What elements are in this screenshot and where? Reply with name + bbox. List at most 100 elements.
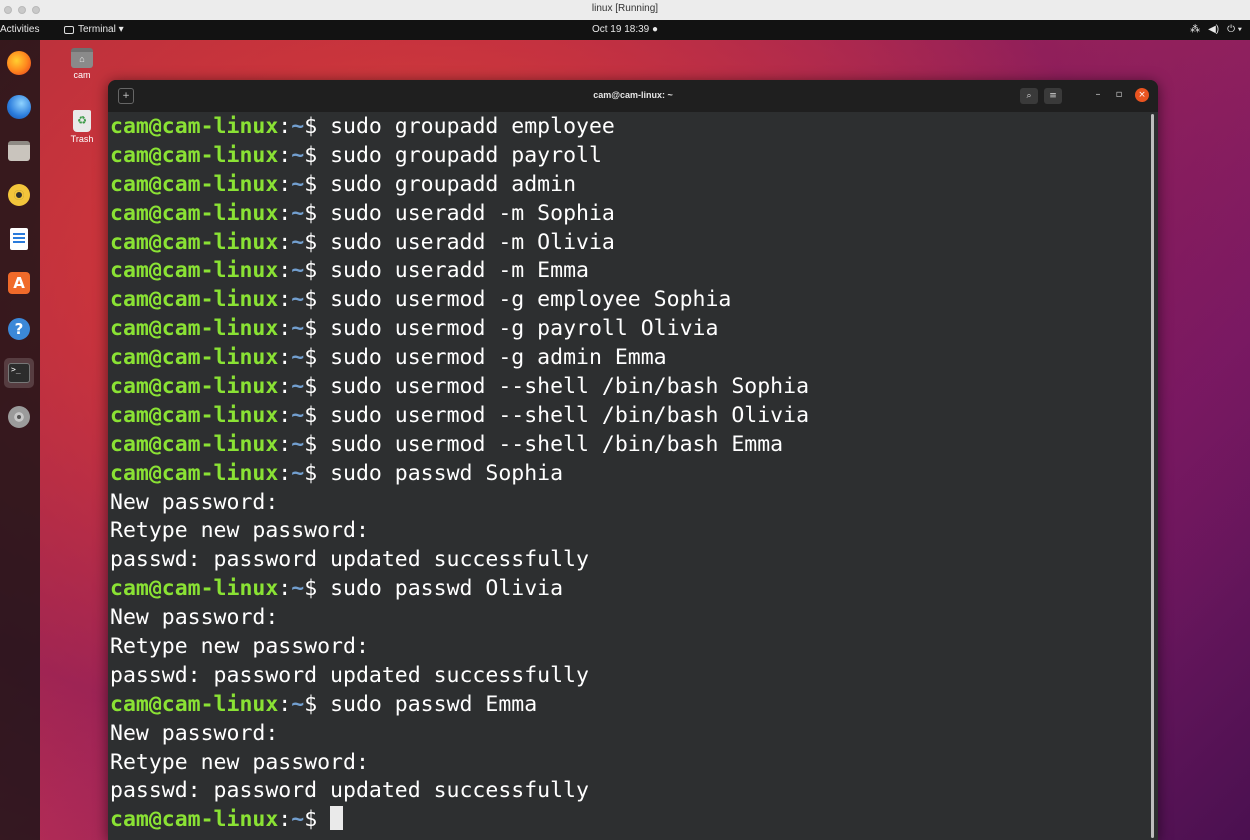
maximize-button[interactable]: ▫ — [1113, 89, 1125, 100]
prompt-dollar: $ — [304, 691, 331, 717]
prompt-separator: : — [278, 691, 292, 717]
command-line: cam@cam-linux:~$ sudo usermod -g admin E… — [110, 344, 1150, 373]
prompt-user-host: cam@cam-linux — [110, 374, 279, 400]
active-prompt-line: cam@cam-linux:~$ — [110, 806, 1150, 835]
command-line: cam@cam-linux:~$ sudo useradd -m Emma — [110, 257, 1150, 286]
prompt-separator: : — [278, 287, 292, 313]
output-text: passwd: password updated successfully — [110, 662, 589, 688]
command-text: sudo passwd Sophia — [330, 460, 564, 486]
prompt-user-host: cam@cam-linux — [110, 171, 279, 197]
rhythmbox-icon — [8, 184, 30, 206]
dock-files[interactable] — [4, 136, 34, 166]
command-line: cam@cam-linux:~$ sudo useradd -m Sophia — [110, 200, 1150, 229]
prompt-dollar: $ — [304, 460, 331, 486]
prompt-dollar: $ — [304, 316, 331, 342]
terminal-title: cam@cam-linux: ~ — [593, 90, 673, 100]
output-text: Retype new password: — [110, 749, 369, 775]
command-text: sudo usermod --shell /bin/bash Olivia — [330, 402, 810, 428]
prompt-separator: : — [278, 460, 292, 486]
prompt-user-host: cam@cam-linux — [110, 807, 279, 833]
terminal-window[interactable]: + cam@cam-linux: ~ ⌕ ≡ – ▫ × cam@cam-lin… — [108, 80, 1158, 840]
dock-settings[interactable] — [4, 402, 34, 432]
command-text: sudo passwd Emma — [330, 691, 538, 717]
search-icon[interactable]: ⌕ — [1020, 88, 1038, 104]
prompt-path: ~ — [291, 142, 305, 168]
output-text: New password: — [110, 605, 279, 631]
terminal-scrollbar[interactable] — [1151, 114, 1154, 838]
prompt-path: ~ — [291, 316, 305, 342]
clock[interactable]: Oct 19 18:39 ● — [592, 24, 658, 35]
prompt-path: ~ — [291, 402, 305, 428]
network-icon[interactable]: ⁂ — [1190, 24, 1200, 35]
vm-window-titlebar[interactable]: linux [Running] — [0, 0, 1250, 21]
volume-icon[interactable]: ◀) — [1208, 24, 1219, 35]
dock-firefox[interactable] — [4, 48, 34, 78]
dock-thunderbird[interactable] — [4, 92, 34, 122]
command-text: sudo usermod -g employee Sophia — [330, 287, 732, 313]
output-text: passwd: password updated successfully — [110, 778, 589, 804]
prompt-user-host: cam@cam-linux — [110, 431, 279, 457]
command-line: cam@cam-linux:~$ sudo usermod -g employe… — [110, 286, 1150, 315]
prompt-dollar: $ — [304, 287, 331, 313]
command-line: cam@cam-linux:~$ sudo usermod --shell /b… — [110, 431, 1150, 460]
system-tray[interactable]: ⁂ ◀) ⏻ ▾ — [1190, 24, 1242, 35]
command-line: cam@cam-linux:~$ sudo useradd -m Olivia — [110, 229, 1150, 258]
prompt-user-host: cam@cam-linux — [110, 460, 279, 486]
hamburger-menu-icon[interactable]: ≡ — [1044, 88, 1062, 104]
software-icon: A — [8, 272, 30, 294]
output-line: New password: — [110, 720, 1150, 749]
prompt-path: ~ — [291, 114, 305, 139]
dock-writer[interactable] — [4, 224, 34, 254]
command-text: sudo groupadd admin — [330, 171, 577, 197]
terminal-header-bar[interactable]: + cam@cam-linux: ~ ⌕ ≡ – ▫ × — [108, 80, 1158, 112]
dock-software[interactable]: A — [4, 268, 34, 298]
prompt-user-host: cam@cam-linux — [110, 142, 279, 168]
dock-terminal[interactable]: >_ — [4, 358, 34, 388]
prompt-dollar: $ — [304, 576, 331, 602]
prompt-user-host: cam@cam-linux — [110, 402, 279, 428]
command-line: cam@cam-linux:~$ sudo groupadd admin — [110, 171, 1150, 200]
prompt-separator: : — [278, 229, 292, 255]
thunderbird-icon — [7, 95, 31, 119]
desktop-home-label: cam — [73, 70, 91, 80]
writer-icon — [10, 228, 28, 250]
prompt-path: ~ — [291, 374, 305, 400]
command-text: sudo usermod -g admin Emma — [330, 345, 667, 371]
command-text: sudo usermod --shell /bin/bash Sophia — [330, 374, 810, 400]
prompt-user-host: cam@cam-linux — [110, 316, 279, 342]
dock-rhythmbox[interactable] — [4, 180, 34, 210]
terminal-output[interactable]: cam@cam-linux:~$ sudo groupadd employee c… — [110, 113, 1150, 840]
help-icon: ? — [8, 318, 30, 340]
command-text: sudo useradd -m Olivia — [330, 229, 615, 255]
prompt-dollar: $ — [304, 258, 331, 284]
prompt-dollar: $ — [304, 345, 331, 371]
command-line: cam@cam-linux:~$ sudo usermod --shell /b… — [110, 373, 1150, 402]
prompt-path: ~ — [291, 345, 305, 371]
prompt-separator: : — [278, 374, 292, 400]
output-text: Retype new password: — [110, 518, 369, 544]
prompt-dollar: $ — [304, 200, 331, 226]
close-button[interactable]: × — [1135, 88, 1149, 102]
power-menu-icon[interactable]: ⏻ ▾ — [1227, 24, 1242, 35]
prompt-user-host: cam@cam-linux — [110, 114, 279, 139]
prompt-separator: : — [278, 576, 292, 602]
command-text: sudo usermod -g payroll Olivia — [330, 316, 719, 342]
output-line: Retype new password: — [110, 633, 1150, 662]
command-text: sudo groupadd payroll — [330, 142, 602, 168]
prompt-path: ~ — [291, 200, 305, 226]
dock-help[interactable]: ? — [4, 314, 34, 344]
desktop-home-folder[interactable]: ⌂ cam — [62, 48, 102, 80]
prompt-user-host: cam@cam-linux — [110, 258, 279, 284]
prompt-separator: : — [278, 431, 292, 457]
prompt-separator: : — [278, 402, 292, 428]
prompt-path: ~ — [291, 258, 305, 284]
app-menu[interactable]: Terminal ▾ — [64, 24, 124, 35]
prompt-user-host: cam@cam-linux — [110, 345, 279, 371]
minimize-button[interactable]: – — [1092, 89, 1104, 100]
output-line: passwd: password updated successfully — [110, 662, 1150, 691]
desktop-trash[interactable]: ♻ Trash — [62, 110, 102, 144]
prompt-separator: : — [278, 345, 292, 371]
output-line: New password: — [110, 604, 1150, 633]
prompt-path: ~ — [291, 287, 305, 313]
activities-button[interactable]: Activities — [0, 24, 39, 35]
